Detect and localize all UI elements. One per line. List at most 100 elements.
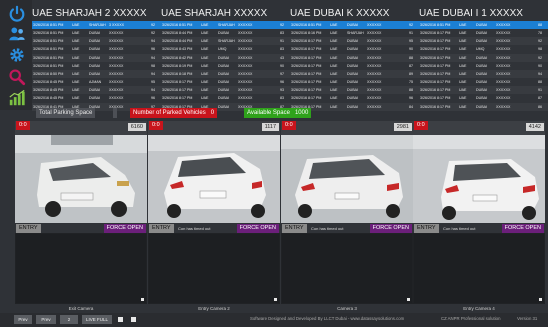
plate-cell: XXXXXX [108,45,150,54]
table-row[interactable]: 3/26/2016 8:51 PM UAE DUBAI XXXXXX 88 [419,21,548,30]
feed-4-photo[interactable] [413,135,545,223]
resize-handle-icon[interactable] [407,298,410,301]
settings-button[interactable] [8,46,26,64]
table-row[interactable]: 3/26/2016 8:51 PM UAE SHARJAH 3 XXXXX 92 [32,21,169,30]
table-row[interactable]: 3/26/2016 8:17 PM UAE DUBAI XXXXXX 94 [419,69,548,79]
table-row[interactable]: 3/26/2016 8:42 PM UAE DUBAI XXXXXX 43 [161,53,298,62]
camera-4-force-open-button[interactable]: FORCE OPEN [501,224,544,233]
camera-1-force-open-button[interactable]: FORCE OPEN [103,224,146,233]
plate-cell: XXXXXX [366,94,408,103]
time-cell: 3/26/2016 8:51 PM [290,21,329,30]
time-cell: 3/26/2016 8:16 PM [290,29,329,38]
country-cell: UAE [71,61,88,70]
table-row[interactable]: 3/26/2016 8:51 PM UAE DUBAI XXXXXX 92 [32,29,169,38]
emirate-cell: DUBAI [217,61,237,70]
footer-button-3[interactable]: 2 [60,315,78,324]
lane-3-table: 3/26/2016 8:51 PM UAE DUBAI XXXXXX 92 3/26/20… [290,21,427,111]
table-row[interactable]: 3/26/2016 8:17 PM UAE DUBAI XXXXXX 92 [419,53,548,62]
table-row[interactable]: 3/26/2016 8:51 PM UAE DUBAI XXXXXX 94 [32,53,169,62]
table-row[interactable]: 3/26/2016 8:17 PM UAE DUBAI XXXXXX 92 [419,37,548,46]
table-row[interactable]: 3/26/2016 8:51 PM UAE DUBAI XXXXXX 94 [32,37,169,46]
table-row[interactable]: 3/26/2016 8:17 PM UAE UMQ XXXXXX 98 [419,45,548,54]
table-row[interactable]: 3/26/2016 8:17 PM UAE DUBAI XXXXXX 89 [290,69,427,79]
table-row[interactable]: 3/26/2016 8:51 PM UAE DUBAI XXXXXX 96 [32,45,169,54]
table-row[interactable]: 3/26/2016 8:17 PM UAE DUBAI XXXXXX 90 [419,61,548,70]
table-row[interactable]: 3/26/2016 8:17 PM UAE DUBAI XXXXXX 90 [290,45,427,54]
camera-2-screen[interactable] [149,234,279,303]
country-cell: UAE [458,29,475,38]
table-row[interactable]: 3/26/2016 8:45 PM UAE DUBAI XXXXXX 94 [32,86,169,95]
country-cell: UAE [200,21,217,30]
time-cell: 3/26/2016 8:17 PM [419,86,458,95]
country-cell: UAE [458,94,475,103]
confidence-cell: 98 [537,45,548,54]
camera-3-screen[interactable] [282,234,412,303]
table-row[interactable]: 3/26/2016 8:17 PM UAE DUBAI XXXXXX 88 [290,86,427,95]
feed-2-photo[interactable] [148,135,280,223]
table-row[interactable]: 3/26/2016 8:50 PM UAE DUBAI XXXXXX 94 [32,69,169,79]
table-row[interactable]: 3/26/2016 8:17 PM UAE DUBAI XXXXXX 75 [290,78,427,87]
parked-vehicles-badge: Number of Parked Vehicles 0 [130,108,218,118]
table-row[interactable]: 3/26/2016 8:51 PM UAE DUBAI XXXXXX 92 [290,21,427,30]
table-row[interactable]: 3/26/2016 8:45 PM UAE AJMAN XXXXXX 95 [32,78,169,87]
feed-2-count: 1117 [261,123,279,131]
table-row[interactable]: 3/26/2016 8:17 PM UAE DUBAI XXXXXX 86 [419,102,548,111]
emirate-cell: DUBAI [475,94,495,103]
table-row[interactable]: 3/26/2016 8:17 PM UAE DUBAI XXXXXX 88 [290,53,427,62]
time-cell: 3/26/2016 8:17 PM [290,94,329,103]
table-row[interactable]: 3/26/2016 8:18 PM UAE DUBAI XXXXXX 97 [161,69,298,79]
table-row[interactable]: 3/26/2016 8:51 PM UAE DUBAI XXXXXX 98 [32,61,169,70]
table-row[interactable]: 3/26/2016 8:17 PM UAE DUBAI XXXXXX 93 [161,86,298,95]
table-row[interactable]: 3/26/2016 8:17 PM UAE DUBAI XXXXXX 83 [161,94,298,103]
emirate-cell: DUBAI [88,86,108,95]
plate-cell: 3 XXXXX [108,21,150,30]
time-cell: 3/26/2016 8:17 PM [290,69,329,79]
camera-2-force-open-button[interactable]: FORCE OPEN [236,224,279,233]
confidence-cell: 94 [537,69,548,79]
plate-cell: XXXXXX [108,61,150,70]
emirate-cell: DUBAI [475,37,495,46]
country-cell: UAE [458,78,475,87]
camera-4-screen[interactable] [414,234,544,303]
plate-cell: XXXXXX [237,53,279,62]
table-row[interactable]: 3/26/2016 8:17 PM UAE DUBAI XXXXXX 91 [419,86,548,95]
table-row[interactable]: 3/26/2016 8:17 PM UAE DUBAI XXXXXX 87 [419,94,548,103]
time-cell: 3/26/2016 8:45 PM [32,86,71,95]
camera-1-screen[interactable] [16,234,146,303]
table-row[interactable]: 3/26/2016 8:45 PM UAE DUBAI XXXXXX 96 [32,94,169,103]
emirate-cell: AJMAN [88,78,108,87]
table-row[interactable]: 3/26/2016 8:17 PM UAE DUBAI XXXXXX 88 [419,78,548,87]
time-cell: 3/26/2016 8:44 PM [161,37,200,46]
search-button[interactable] [8,68,26,86]
table-row[interactable]: 3/26/2016 8:17 PM UAE DUBAI XXXXXX 96 [161,78,298,87]
chart-button[interactable] [8,89,26,107]
table-row[interactable]: 3/26/2016 8:17 PM UAE DUBAI XXXXXX 78 [419,29,548,38]
table-row[interactable]: 3/26/2016 8:44 PM UAE SHARJAH XXXXXX 91 [161,37,298,46]
table-row[interactable]: 3/26/2016 8:16 PM UAE SHARJAH XXXXXX 91 [290,29,427,38]
feed-3-photo[interactable] [281,135,413,223]
resize-handle-icon[interactable] [141,298,144,301]
footer-checkbox-2[interactable] [131,317,136,322]
table-row[interactable]: 3/26/2016 8:51 PM UAE SHARJAH XXXXXX 92 [161,21,298,30]
table-row[interactable]: 3/26/2016 8:43 PM UAE UMQ XXXXXX 83 [161,45,298,54]
lane-3: UAE DUBAI K XXXXX 3/26/2016 8:51 PM UAE DU… [290,8,427,111]
resize-handle-icon[interactable] [539,298,542,301]
resize-handle-icon[interactable] [274,298,277,301]
table-row[interactable]: 3/26/2016 8:44 PM UAE DUBAI XXXXXX 83 [161,29,298,38]
table-row[interactable]: 3/26/2016 8:19 PM UAE DUBAI XXXXXX 90 [161,61,298,70]
table-row[interactable]: 3/26/2016 8:17 PM UAE DUBAI XXXXXX 95 [290,37,427,46]
feed-1-photo[interactable] [15,135,147,223]
table-row[interactable]: 3/26/2016 8:17 PM UAE DUBAI XXXXXX 87 [290,61,427,70]
footer-checkbox-1[interactable] [118,317,123,322]
time-cell: 3/26/2016 8:51 PM [32,53,71,62]
plate-cell: XXXXXX [366,102,408,111]
users-button[interactable] [8,25,26,43]
footer-button-2[interactable]: Prev [36,315,56,324]
available-space-badge: Available Space 1000 [244,108,312,118]
power-button[interactable] [8,5,26,23]
footer-button-1[interactable]: Prev [14,315,32,324]
live-full-button[interactable]: LIVE FULL [82,315,112,324]
camera-3-force-open-button[interactable]: FORCE OPEN [369,224,412,233]
table-row[interactable]: 3/26/2016 8:17 PM UAE DUBAI XXXXXX 96 [290,94,427,103]
time-cell: 3/26/2016 8:51 PM [32,29,71,38]
